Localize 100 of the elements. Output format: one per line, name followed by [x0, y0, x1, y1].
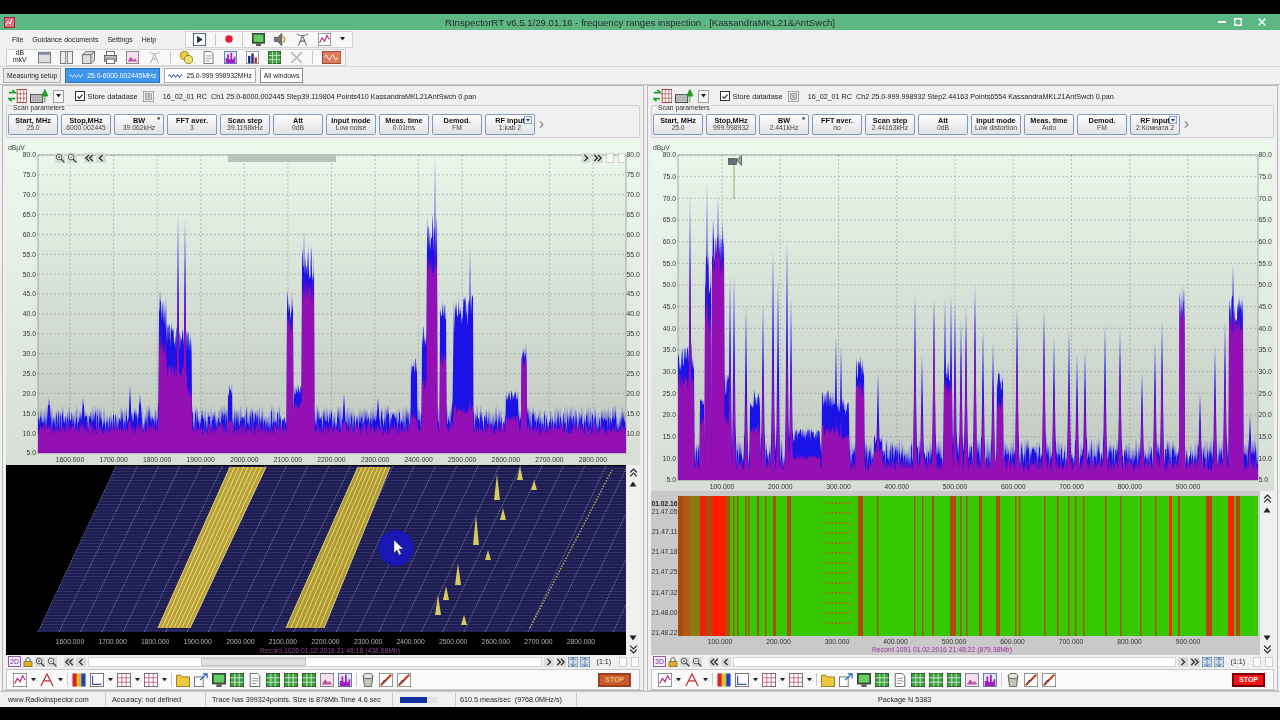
upload-icon[interactable] — [675, 89, 695, 103]
color-bars-icon[interactable] — [717, 672, 731, 687]
color-bars-icon[interactable] — [72, 672, 86, 687]
down-arrow-icon[interactable] — [1263, 634, 1271, 642]
caret-icon[interactable] — [108, 677, 113, 682]
database-export-icon[interactable] — [653, 89, 673, 103]
record-icon[interactable] — [225, 35, 233, 43]
caret-icon[interactable] — [676, 677, 681, 682]
caret-icon[interactable] — [31, 677, 36, 682]
table-icon[interactable] — [947, 672, 961, 687]
down-arrow-icon[interactable] — [629, 634, 637, 642]
histogram-icon[interactable] — [983, 672, 997, 687]
double-left-arrow-icon[interactable] — [84, 153, 94, 163]
table-icon[interactable] — [302, 672, 316, 687]
double-left-arrow-icon[interactable] — [63, 656, 74, 667]
picture-icon[interactable] — [965, 672, 979, 687]
line-chart-icon[interactable] — [318, 32, 331, 46]
lock-icon[interactable] — [667, 656, 678, 667]
table-icon[interactable] — [230, 672, 244, 687]
table-icon[interactable] — [284, 672, 298, 687]
cube-icon[interactable] — [81, 50, 95, 64]
table-icon[interactable] — [929, 672, 943, 687]
fit-icon[interactable] — [567, 656, 578, 667]
export-icon[interactable] — [194, 672, 208, 687]
pen-icon[interactable] — [397, 672, 411, 687]
folder-icon[interactable] — [821, 672, 835, 687]
trace-icon[interactable] — [40, 672, 54, 687]
bucket-icon[interactable] — [1006, 672, 1020, 687]
monitor-icon[interactable] — [252, 32, 265, 46]
checkbox[interactable] — [719, 91, 730, 101]
zoom-out-icon[interactable] — [46, 656, 57, 667]
double-up-arrow-icon[interactable] — [628, 468, 638, 477]
grid-icon[interactable] — [117, 672, 131, 687]
caret-icon[interactable] — [162, 677, 167, 682]
printer-icon[interactable] — [103, 50, 117, 64]
up-arrow-icon[interactable] — [1263, 506, 1271, 514]
pen-icon[interactable] — [1042, 672, 1056, 687]
play-icon[interactable] — [193, 32, 206, 46]
zoom-in-icon[interactable] — [679, 656, 690, 667]
marker-icon[interactable] — [728, 155, 742, 199]
histogram-icon[interactable] — [338, 672, 352, 687]
checkbox[interactable] — [74, 91, 85, 101]
caret-icon[interactable] — [340, 37, 345, 41]
monitor-icon[interactable] — [857, 672, 871, 687]
picture-icon[interactable] — [125, 50, 139, 64]
zoom-in-icon[interactable] — [55, 153, 65, 163]
dropdown-button[interactable] — [52, 89, 64, 103]
fit-icon[interactable] — [579, 656, 590, 667]
database-export-icon[interactable] — [8, 89, 28, 103]
fit-icon[interactable] — [1201, 656, 1212, 667]
double-left-arrow-icon[interactable] — [708, 656, 719, 667]
left-arrow-icon[interactable] — [75, 656, 86, 667]
export-icon[interactable] — [839, 672, 853, 687]
frame-icon[interactable] — [90, 672, 104, 687]
right-arrow-icon[interactable] — [581, 153, 591, 163]
table-icon[interactable] — [911, 672, 925, 687]
dropdown-icon[interactable] — [1169, 116, 1177, 124]
bar-chart-icon[interactable] — [245, 50, 259, 64]
document-icon[interactable] — [201, 50, 215, 64]
upload-icon[interactable] — [30, 89, 50, 103]
double-right-arrow-icon[interactable] — [1189, 656, 1200, 667]
caret-icon[interactable] — [135, 677, 140, 682]
speaker-icon[interactable] — [274, 32, 287, 46]
picture-icon[interactable] — [320, 672, 334, 687]
left-arrow-icon[interactable] — [720, 656, 731, 667]
document-icon[interactable] — [893, 672, 907, 687]
caret-icon[interactable] — [58, 677, 63, 682]
document-icon[interactable] — [248, 672, 262, 687]
scrollbar-thumb[interactable] — [200, 657, 306, 666]
waveform-icon[interactable] — [321, 50, 342, 64]
double-right-arrow-icon[interactable] — [593, 153, 603, 163]
grid-icon[interactable] — [789, 672, 803, 687]
caret-icon[interactable] — [753, 677, 758, 682]
table-icon[interactable] — [875, 672, 889, 687]
grid-icon[interactable] — [144, 672, 158, 687]
double-down-arrow-icon[interactable] — [628, 645, 638, 654]
left-arrow-icon[interactable] — [96, 153, 106, 163]
line-chart-icon[interactable] — [13, 672, 27, 687]
caret-icon[interactable] — [703, 677, 708, 682]
columns-icon[interactable] — [59, 50, 73, 64]
double-up-arrow-icon[interactable] — [1262, 494, 1272, 503]
zoom-in-icon[interactable] — [34, 656, 45, 667]
pen-icon[interactable] — [379, 672, 393, 687]
zoom-out-icon[interactable] — [67, 153, 77, 163]
scrollbar-thumb[interactable] — [228, 154, 336, 162]
grid-icon[interactable] — [762, 672, 776, 687]
caret-icon[interactable] — [55, 94, 61, 98]
right-arrow-icon[interactable] — [1177, 656, 1188, 667]
dropdown-icon[interactable] — [524, 116, 532, 124]
histogram-icon[interactable] — [223, 50, 237, 64]
double-right-arrow-icon[interactable] — [555, 656, 566, 667]
scanner-icon[interactable] — [142, 90, 154, 102]
frame-icon[interactable] — [735, 672, 749, 687]
lock-icon[interactable] — [22, 656, 33, 667]
window-icon[interactable] — [37, 50, 51, 64]
pen-icon[interactable] — [1024, 672, 1038, 687]
up-arrow-icon[interactable] — [629, 480, 637, 488]
trace-icon[interactable] — [685, 672, 699, 687]
caret-icon[interactable] — [780, 677, 785, 682]
table-icon[interactable] — [266, 672, 280, 687]
